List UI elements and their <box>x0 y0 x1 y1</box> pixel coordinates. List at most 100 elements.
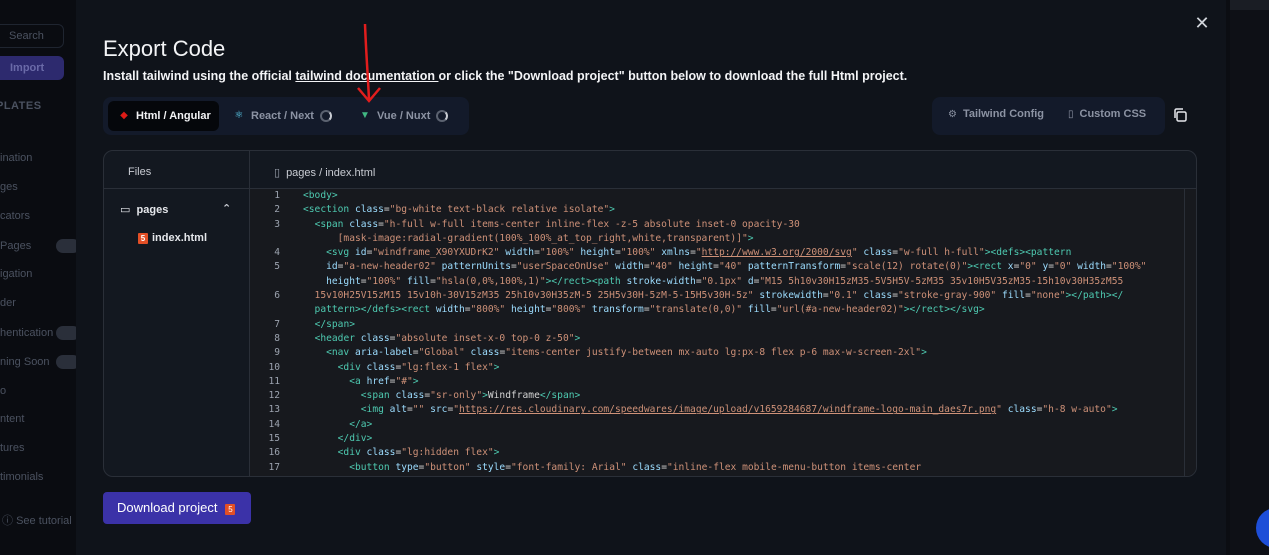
background-nav-item: Pages <box>0 240 32 252</box>
code-line: <header class="absolute inset-x-0 top-0 … <box>314 332 581 344</box>
red-arrow-annotation <box>357 23 381 103</box>
background-nav-item: ges <box>0 181 18 193</box>
line-number: 7 <box>274 318 280 330</box>
config-buttons: ⚙ Tailwind Config ▯ Custom CSS <box>932 97 1165 135</box>
background-import-label: Import <box>10 62 45 74</box>
loading-spinner-icon <box>436 110 449 122</box>
line-number: 1 <box>274 190 280 201</box>
subtitle-text: Install tailwind using the official <box>103 69 296 83</box>
line-number: 15 <box>268 433 280 445</box>
file-label: index.html <box>152 232 208 244</box>
background-nav-item: igation <box>0 268 33 280</box>
line-number: 10 <box>268 361 280 373</box>
file-path-text: pages / index.html <box>286 167 376 179</box>
tab-label: Vue / Nuxt <box>377 110 431 122</box>
tab-label: React / Next <box>251 110 314 122</box>
code-line: <div class="lg:flex-1 flex"> <box>337 361 500 373</box>
code-line: <nav aria-label="Global" class="items-ce… <box>326 347 927 359</box>
tab-vue-nuxt[interactable]: ▼ Vue / Nuxt <box>351 101 463 131</box>
code-line: <button type="button" style="font-family… <box>349 461 922 473</box>
background-tutorial-label: See tutorial <box>16 515 72 527</box>
line-number <box>250 303 290 317</box>
background-search: Search <box>0 24 64 48</box>
line-number: 12 <box>268 390 280 402</box>
chevron-up-icon: ⌃ <box>222 203 232 215</box>
file-icon: ▯ <box>274 167 281 179</box>
angular-icon: ◆ <box>120 110 128 121</box>
background-import-button: Import <box>0 56 64 80</box>
line-number: 11 <box>268 375 280 387</box>
line-number <box>250 232 290 246</box>
code-line: [mask-image:radial-gradient(100%_100%_at… <box>303 232 754 244</box>
line-number: 5 <box>274 261 280 273</box>
line-number: 9 <box>274 347 280 359</box>
modal-subtitle: Install tailwind using the official tail… <box>103 69 907 83</box>
background-nav-item: cators <box>0 210 30 222</box>
editor-header: Files ▯ pages / index.html <box>104 151 1196 189</box>
line-number: 14 <box>268 418 280 430</box>
code-line: <span class="sr-only">Windframe</span> <box>360 390 581 402</box>
background-nav-item: der <box>0 297 16 309</box>
react-icon: ⚛ <box>234 110 244 121</box>
line-number: 4 <box>274 247 280 259</box>
code-line: <a href="#"> <box>349 375 419 387</box>
code-lines: <body> <section class="bg-white text-bla… <box>303 189 1183 475</box>
code-line: <body> <box>303 190 338 201</box>
download-label: Download project <box>117 500 218 515</box>
code-line: </div> <box>337 433 373 445</box>
custom-css-label: Custom CSS <box>1079 108 1147 120</box>
tailwind-config-button[interactable]: ⚙ Tailwind Config <box>948 108 1044 120</box>
code-line: id="a-new-header02" patternUnits="userSp… <box>326 261 1147 273</box>
subtitle-text: or click the "Download project" button b… <box>438 69 908 83</box>
background-nav-item: ntent <box>0 413 25 425</box>
background-nav-item: hentication <box>0 327 54 339</box>
line-number <box>250 275 290 289</box>
custom-css-button[interactable]: ▯ Custom CSS <box>1068 108 1146 120</box>
line-number: 3 <box>274 218 280 230</box>
vue-icon: ▼ <box>360 110 370 121</box>
html5-icon: 5 <box>138 233 148 244</box>
line-number: 6 <box>274 290 280 302</box>
background-tutorial-link: ⓘ See tutorial <box>2 515 72 527</box>
files-heading: Files <box>128 166 152 178</box>
editor-scrollbar[interactable] <box>1184 189 1196 476</box>
code-line: </a> <box>349 418 373 430</box>
code-line: <img alt="" src="https://res.cloudinary.… <box>360 404 1118 416</box>
background-topright-bar <box>1230 0 1269 10</box>
background-sidebar: Search Import PLATES ination ges cators … <box>0 0 80 555</box>
code-line: <section class="bg-white text-black rela… <box>303 204 615 216</box>
background-nav-item: o <box>0 385 7 397</box>
file-path: ▯ pages / index.html <box>274 166 375 179</box>
file-icon: ▯ <box>1068 109 1074 120</box>
file-index-html[interactable]: 5 index.html <box>138 232 207 244</box>
line-number: 2 <box>274 204 280 216</box>
modal-title: Export Code <box>103 36 226 61</box>
background-nav-item: ination <box>0 152 33 164</box>
export-code-modal: ✕ Export Code Install tailwind using the… <box>76 0 1226 555</box>
background-section-heading: PLATES <box>0 100 42 112</box>
background-nav-item: ning Soon <box>0 356 50 368</box>
code-line: pattern></defs><rect width="800%" height… <box>303 304 985 316</box>
tab-html-angular[interactable]: ◆ Html / Angular <box>108 101 219 131</box>
code-line: 15v10H25V15zM15 15v10h-30V15zM35 25h10v3… <box>303 290 1124 302</box>
tab-react-next[interactable]: ⚛ React / Next <box>223 101 343 131</box>
html5-icon: 5 <box>225 504 236 515</box>
download-project-button[interactable]: Download project 5 <box>103 492 251 524</box>
code-line: height="100%" fill="hsla(0,0%,100%,1)"><… <box>326 275 1124 287</box>
folder-pages[interactable]: ▭ pages ⌃ <box>120 203 232 216</box>
copy-icon[interactable] <box>1172 107 1188 123</box>
tab-label: Html / Angular <box>136 110 211 122</box>
gear-icon: ⚙ <box>948 109 957 120</box>
folder-icon: ▭ <box>120 204 131 216</box>
line-numbers: 123 45 6 7 8 9 10 11 12 13 14 15 16 17 <box>250 189 290 475</box>
background-search-label: Search <box>9 30 44 42</box>
close-icon[interactable]: ✕ <box>1192 14 1212 34</box>
code-line: <svg id="windframe_X90YXUDrK2" width="10… <box>326 247 1072 259</box>
line-number: 8 <box>274 332 280 344</box>
code-view[interactable]: 123 45 6 7 8 9 10 11 12 13 14 15 16 17 <body> <sec… <box>250 189 1196 476</box>
code-line: <div class="lg:hidden flex"> <box>337 447 500 459</box>
background-right-panel <box>1230 0 1269 555</box>
background-nav-item: timonials <box>0 471 44 483</box>
framework-tabs: ◆ Html / Angular ⚛ React / Next ▼ Vue / … <box>103 97 469 135</box>
line-number: 13 <box>268 404 280 416</box>
